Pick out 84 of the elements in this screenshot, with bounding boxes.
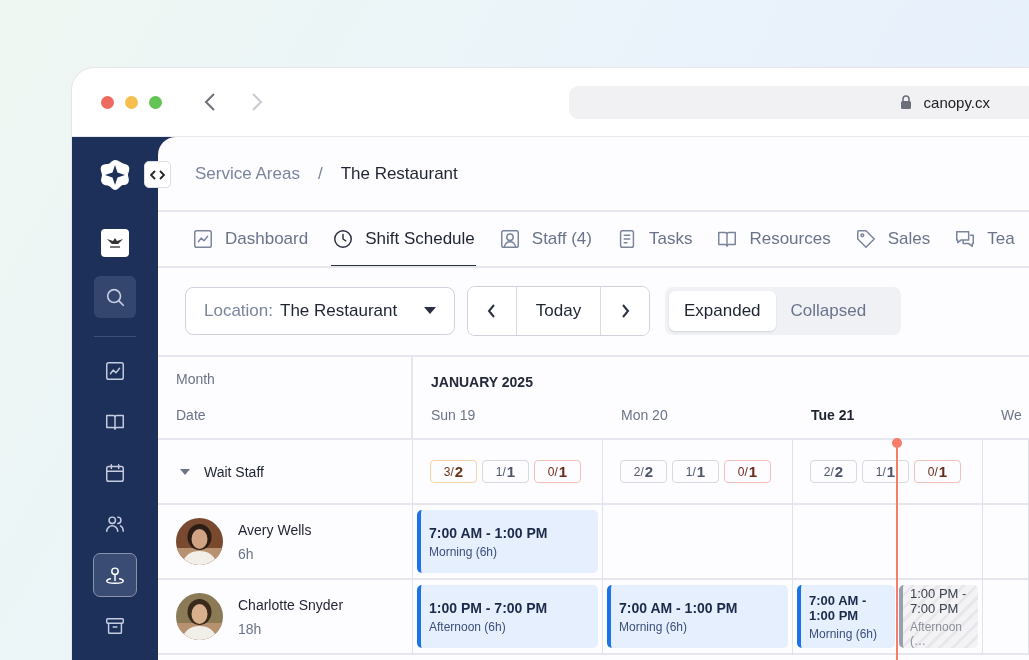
- breadcrumb-current: The Restaurant: [340, 163, 458, 184]
- shift-card[interactable]: 7:00 AM - 1:00 PM Morning (6h): [607, 585, 788, 648]
- sidebar-item[interactable]: [93, 553, 137, 597]
- clock-icon: [332, 227, 355, 250]
- maximize-window-dot[interactable]: [149, 95, 162, 109]
- group-name: Wait Staff: [204, 463, 264, 480]
- schedule-cell[interactable]: 7:00 AM - 1:00 PM Morning (6h) 1:00 PM - 7:00 PM Afternoon (…: [793, 580, 983, 655]
- shift-label: Afternoon (…: [910, 619, 964, 648]
- tab[interactable]: Tea: [953, 212, 1016, 266]
- location-value: The Restaurant: [280, 301, 399, 321]
- shift-time: 1:00 PM - 7:00 PM: [910, 585, 968, 616]
- close-window-dot[interactable]: [101, 95, 114, 109]
- location-dropdown[interactable]: Location: The Restaurant: [185, 287, 455, 335]
- tab[interactable]: Dashboard: [191, 212, 310, 266]
- search-icon: [104, 286, 126, 308]
- staffing-badge: 0/1: [914, 460, 961, 483]
- staffing-badge: 2/2: [810, 460, 857, 483]
- address-bar[interactable]: canopy.cx: [569, 85, 1029, 119]
- tab[interactable]: Resources: [715, 212, 832, 266]
- day-label: Sun 19: [431, 407, 476, 423]
- staff-hours: 6h: [238, 545, 255, 562]
- staff-name: Avery Wells: [238, 521, 312, 538]
- shift-label: Morning (6h): [619, 619, 689, 634]
- schedule-cell[interactable]: [603, 505, 793, 580]
- organization-logo[interactable]: [101, 229, 129, 257]
- chart-icon: [192, 227, 214, 250]
- shift-time: 1:00 PM - 7:00 PM: [429, 599, 549, 616]
- tag-icon: [854, 227, 877, 250]
- shift-label: Morning (6h): [429, 544, 499, 559]
- search-button[interactable]: [94, 276, 136, 318]
- schedule-cell[interactable]: 7:00 AM - 1:00 PM Morning (6h): [413, 505, 603, 580]
- schedule-cell[interactable]: 1:00 PM - 7:00 PM Afternoon (6h): [413, 580, 603, 655]
- schedule-cell[interactable]: [983, 505, 1029, 580]
- lock-icon: [899, 94, 912, 110]
- chart-icon: [104, 360, 126, 382]
- shift-time: 7:00 AM - 1:00 PM: [429, 524, 549, 541]
- archive-box-icon: [104, 615, 126, 637]
- tab[interactable]: Staff (4): [497, 212, 593, 266]
- caret-icon: [424, 307, 436, 315]
- shift-card[interactable]: 1:00 PM - 7:00 PM Afternoon (6h): [417, 585, 598, 648]
- view-option[interactable]: Expanded: [669, 291, 776, 331]
- shift-card[interactable]: 7:00 AM - 1:00 PM Morning (6h): [417, 510, 598, 573]
- tab[interactable]: Sales: [853, 212, 932, 266]
- row-heading: Date: [176, 407, 207, 423]
- shift-label: Morning (6h): [809, 626, 879, 641]
- day-label: We: [1001, 407, 1022, 423]
- shift-card[interactable]: 7:00 AM - 1:00 PM Morning (6h): [797, 585, 895, 648]
- staffing-badge: 2/2: [620, 460, 667, 483]
- chevron-right-icon: [620, 304, 630, 318]
- schedule-cell[interactable]: 7:00 AM - 1:00 PM Morning (6h): [603, 580, 793, 655]
- shift-time: 7:00 AM - 1:00 PM: [809, 592, 868, 623]
- open-shift-card[interactable]: 1:00 PM - 7:00 PM Afternoon (…: [899, 585, 978, 648]
- back-icon[interactable]: [203, 92, 217, 112]
- month-label: JANUARY 2025: [431, 374, 534, 390]
- staff-name: Charlotte Snyder: [238, 596, 344, 613]
- staffing-badge: 0/1: [724, 460, 771, 483]
- today-button[interactable]: Today: [516, 287, 601, 335]
- row-heading: Month: [176, 371, 216, 387]
- pin-icon: [104, 564, 126, 586]
- staff-hours: 18h: [238, 620, 263, 637]
- collapse-toggle-button[interactable]: [144, 161, 171, 188]
- schedule-cell[interactable]: [983, 580, 1029, 655]
- app-logo: [99, 159, 131, 191]
- collapse-caret-icon[interactable]: [180, 468, 190, 475]
- calendar-icon: [104, 462, 126, 484]
- code-brackets-icon: [150, 169, 165, 180]
- breadcrumb-link[interactable]: Service Areas: [195, 163, 300, 184]
- staffing-badge: 0/1: [534, 460, 581, 483]
- shift-time: 7:00 AM - 1:00 PM: [619, 599, 739, 616]
- staffing-badge: 1/1: [672, 460, 719, 483]
- tab[interactable]: Tasks: [614, 212, 694, 266]
- tab[interactable]: Shift Schedule: [331, 212, 476, 266]
- staffing-badge: 1/1: [482, 460, 529, 483]
- person-icon: [498, 227, 521, 250]
- view-option[interactable]: Collapsed: [775, 291, 882, 331]
- day-label: Mon 20: [621, 407, 668, 423]
- location-label: Location:: [204, 301, 273, 321]
- day-label: Tue 21: [811, 407, 855, 423]
- users-icon: [104, 513, 126, 535]
- chevron-left-icon: [487, 304, 497, 318]
- shift-label: Afternoon (6h): [429, 619, 507, 634]
- staffing-badge: 3/2: [430, 460, 477, 483]
- minimize-window-dot[interactable]: [125, 95, 138, 109]
- breadcrumb-separator: /: [317, 163, 323, 184]
